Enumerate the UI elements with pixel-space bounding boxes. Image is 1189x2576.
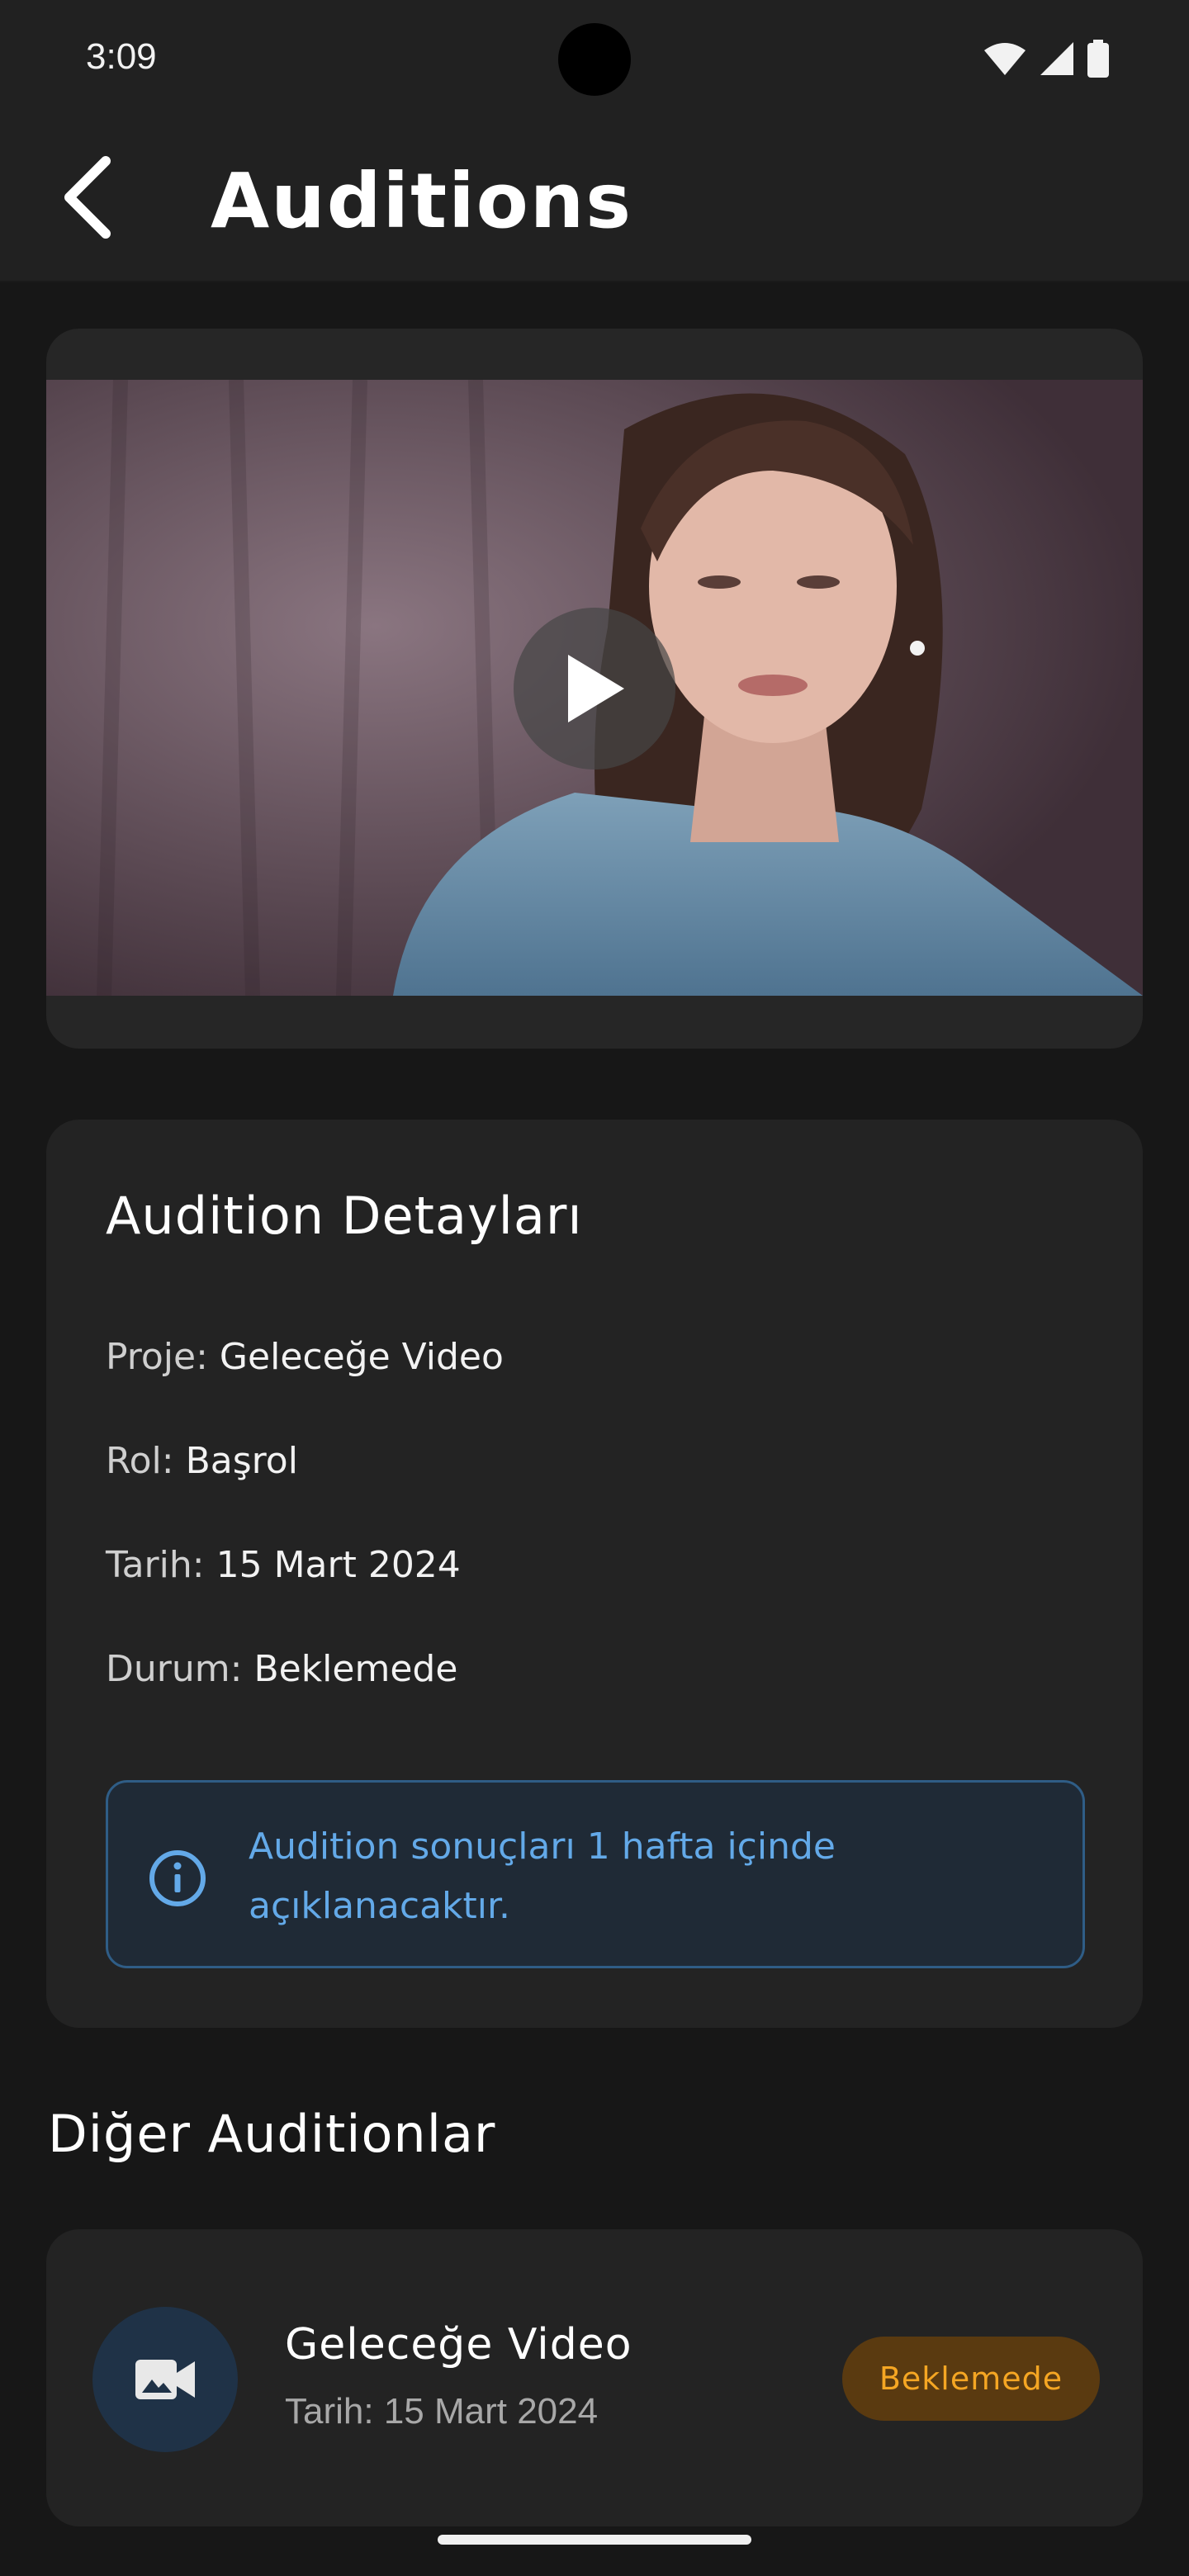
status-time: 3:09 — [86, 36, 157, 77]
info-banner: Audition sonuçları 1 hafta içinde açıkla… — [106, 1780, 1085, 1968]
status-bar: 3:09 — [0, 0, 1189, 140]
list-item[interactable]: Geleceğe Video Tarih: 15 Mart 2024 Bekle… — [46, 2229, 1143, 2526]
detail-value: 15 Mart 2024 — [216, 1544, 461, 1586]
detail-value: Beklemede — [253, 1648, 458, 1690]
back-arrow-icon — [64, 156, 111, 239]
battery-icon — [1087, 40, 1109, 78]
detail-row-status: Durum: Beklemede — [106, 1648, 457, 1690]
video-thumbnail[interactable] — [46, 380, 1143, 996]
detail-key: Tarih: — [106, 1544, 205, 1586]
details-title: Audition Detayları — [106, 1186, 583, 1246]
signal-icon — [1040, 42, 1073, 75]
detail-value: Başrol — [185, 1440, 298, 1482]
app-bar: Auditions — [0, 140, 1189, 282]
info-icon — [149, 1850, 206, 1906]
detail-row-date: Tarih: 15 Mart 2024 — [106, 1544, 461, 1586]
detail-key: Durum: — [106, 1648, 243, 1690]
detail-value: Geleceğe Video — [219, 1336, 504, 1378]
item-title: Geleceğe Video — [285, 2320, 632, 2370]
info-text: Audition sonuçları 1 hafta içinde açıkla… — [249, 1825, 836, 1927]
other-auditions-title: Diğer Auditionlar — [48, 2104, 496, 2164]
wifi-icon — [984, 43, 1026, 75]
detail-key: Proje: — [106, 1336, 208, 1378]
status-icons — [983, 40, 1110, 78]
page-title: Auditions — [211, 157, 633, 245]
item-date: Tarih: 15 Mart 2024 — [285, 2391, 599, 2432]
play-icon — [568, 655, 624, 722]
play-button[interactable] — [514, 608, 675, 769]
gesture-bar[interactable] — [438, 2535, 751, 2545]
detail-row-project: Proje: Geleceğe Video — [106, 1336, 504, 1378]
status-badge: Beklemede — [842, 2337, 1100, 2421]
camera-cutout — [558, 23, 631, 96]
audition-details-card: Audition Detayları Proje: Geleceğe Video… — [46, 1120, 1143, 2028]
detail-row-role: Rol: Başrol — [106, 1440, 298, 1482]
detail-key: Rol: — [106, 1440, 174, 1482]
back-button[interactable] — [41, 152, 132, 243]
video-card — [46, 329, 1143, 1049]
video-camera-icon — [135, 2360, 195, 2399]
avatar — [92, 2307, 238, 2452]
